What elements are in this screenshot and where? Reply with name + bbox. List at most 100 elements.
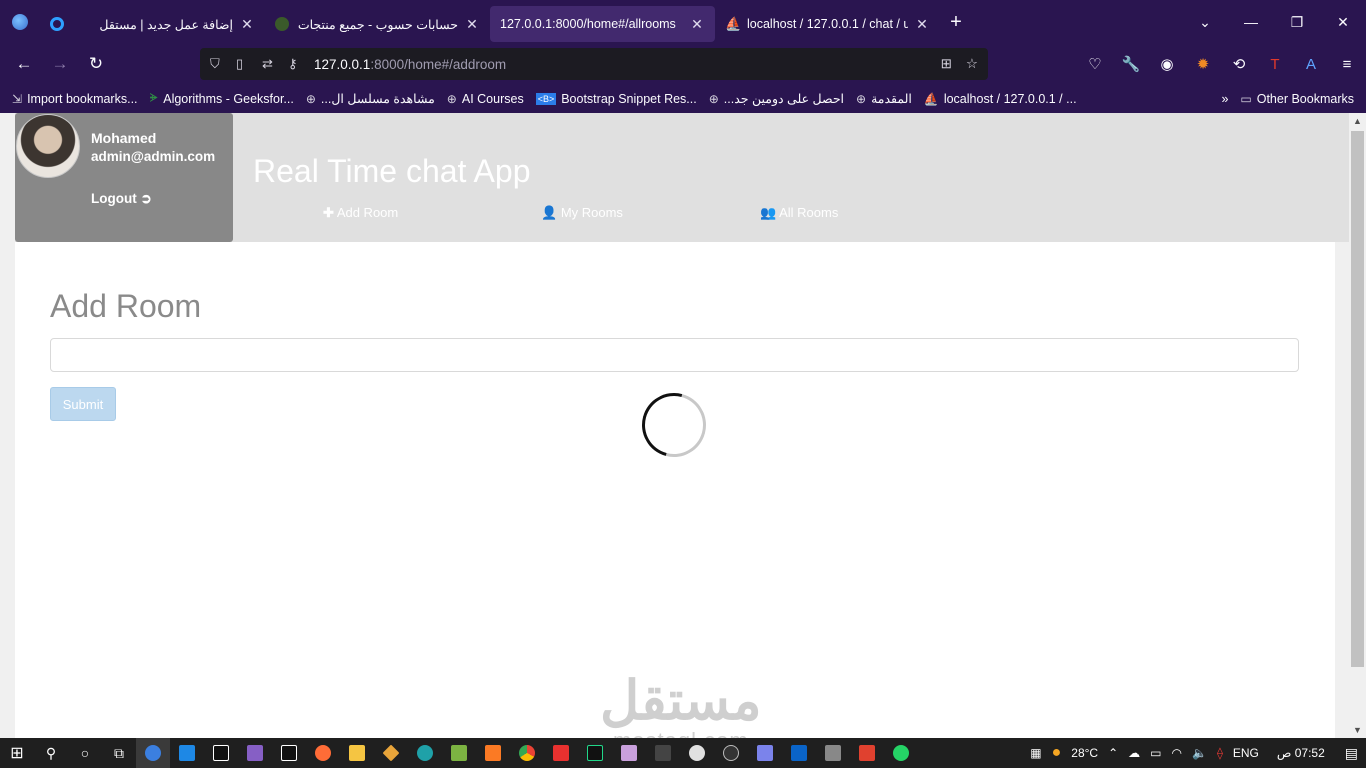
nav-all-rooms[interactable]: 👥 All Rooms xyxy=(760,205,838,221)
close-tab-icon[interactable]: ✕ xyxy=(689,16,705,33)
logout-link[interactable]: Logout ➲ xyxy=(91,191,152,207)
bookmark-bootstrap[interactable]: <B> Bootstrap Snippet Res... xyxy=(535,92,697,106)
avatar xyxy=(16,114,80,178)
tab-title: 127.0.0.1:8000/home#/allrooms xyxy=(500,17,676,31)
pocket-icon[interactable]: ♡ xyxy=(1084,55,1106,73)
bookmark-star-icon[interactable]: ☆ xyxy=(966,56,978,72)
bookmark-series[interactable]: ⊕ مشاهدة مسلسل ال... xyxy=(306,91,435,107)
translate-icon[interactable]: ⊞ xyxy=(941,56,952,72)
tab-title: localhost / 127.0.0.1 / chat / use xyxy=(747,17,908,31)
lambda-icon[interactable] xyxy=(442,738,476,768)
close-tab-icon[interactable]: ✕ xyxy=(914,16,930,33)
nav-add-room[interactable]: ✚ Add Room xyxy=(323,205,398,221)
scroll-thumb[interactable] xyxy=(1351,131,1364,667)
key-icon[interactable]: ⚷ xyxy=(288,56,310,72)
phpstorm-icon[interactable] xyxy=(204,738,238,768)
whatsapp-icon[interactable] xyxy=(884,738,918,768)
app-icon[interactable] xyxy=(646,738,680,768)
webstorm-icon[interactable] xyxy=(272,738,306,768)
paint-icon[interactable] xyxy=(680,738,714,768)
firefox-icon[interactable] xyxy=(0,0,40,44)
weather-temp[interactable]: 28°C xyxy=(1071,746,1098,760)
weather-icon[interactable]: ● xyxy=(1052,744,1062,762)
search-icon[interactable]: ⚲ xyxy=(34,738,68,768)
bookmark-domain[interactable]: ⊕ احصل على دومين جد... xyxy=(709,91,844,107)
calculator-icon[interactable]: ▦ xyxy=(1030,746,1041,760)
box-icon[interactable] xyxy=(612,738,646,768)
volume-icon[interactable]: 🔈 xyxy=(1192,746,1207,760)
list-all-tabs-icon[interactable]: ⌄ xyxy=(1182,14,1228,31)
bookmark-geeksforgeeks[interactable]: ᗙ Algorithms - Geeksfor... xyxy=(150,91,294,106)
page-title: Add Room xyxy=(50,288,202,324)
xampp-icon[interactable] xyxy=(476,738,510,768)
translate-extension-icon[interactable]: A xyxy=(1300,56,1322,73)
team-icon[interactable] xyxy=(748,738,782,768)
back-icon[interactable]: ← xyxy=(6,54,42,74)
vertical-scrollbar[interactable]: ▲ ▼ xyxy=(1349,113,1366,738)
firefox-taskbar-icon[interactable] xyxy=(136,738,170,768)
wrench-icon[interactable]: 🔧 xyxy=(1120,55,1142,73)
chrome-icon[interactable] xyxy=(510,738,544,768)
bookmark-ai-courses[interactable]: ⊕ AI Courses xyxy=(447,92,524,106)
windows-start-icon[interactable]: ⊞ xyxy=(0,738,34,768)
new-tab-button[interactable]: + xyxy=(940,11,972,34)
bookmark-phpmyadmin[interactable]: ⛵ localhost / 127.0.0.1 / ... xyxy=(924,92,1077,106)
nav-my-rooms[interactable]: 👤 My Rooms xyxy=(541,205,623,221)
clock[interactable]: 07:52 ص xyxy=(1277,746,1325,760)
notifications-icon[interactable]: ▤ xyxy=(1345,745,1358,762)
other-bookmarks[interactable]: ▭ Other Bookmarks xyxy=(1240,92,1354,106)
onedrive-icon[interactable]: ☁ xyxy=(1128,746,1140,760)
xmind-icon[interactable] xyxy=(850,738,884,768)
cortana-icon[interactable]: ○ xyxy=(68,738,102,768)
tray-chevron-icon[interactable]: ⌃ xyxy=(1108,746,1118,760)
restore-icon[interactable]: ❐ xyxy=(1274,14,1320,31)
tab-hsoub[interactable]: حسابات حسوب - جميع منتجات ح ✕ xyxy=(265,6,490,42)
close-window-icon[interactable]: ✕ xyxy=(1320,14,1366,31)
scroll-down-icon[interactable]: ▼ xyxy=(1349,725,1366,735)
extension-orange-icon[interactable]: ✹ xyxy=(1192,55,1214,73)
more-bookmarks-chevron-icon[interactable]: » xyxy=(1221,92,1228,106)
permissions-icon[interactable]: ⇄ xyxy=(262,56,284,72)
extension-sync-icon[interactable]: ⟲ xyxy=(1228,55,1250,73)
file-explorer-icon[interactable] xyxy=(340,738,374,768)
windows-taskbar: ⊞ ⚲ ○ ⧉ ▦ ● 28°C ⌃ ☁ ▭ ◠ 🔈 ⟠ ENG 07:52 ص… xyxy=(0,738,1366,768)
menu-icon[interactable]: ≡ xyxy=(1336,56,1358,73)
obs-icon[interactable] xyxy=(714,738,748,768)
postman-icon[interactable] xyxy=(306,738,340,768)
tab-allrooms[interactable]: 127.0.0.1:8000/home#/allrooms ✕ xyxy=(490,6,715,42)
submit-button[interactable]: Submit xyxy=(50,387,116,421)
edge-icon[interactable] xyxy=(408,738,442,768)
tool-icon[interactable] xyxy=(816,738,850,768)
phpmyadmin-favicon-icon: ⛵ xyxy=(725,16,742,31)
bookmark-intro[interactable]: ⊕ المقدمة xyxy=(856,91,912,107)
account-icon[interactable]: ◉ xyxy=(1156,55,1178,73)
language-switch-icon[interactable]: ⟠ xyxy=(1217,746,1223,760)
language-indicator[interactable]: ENG xyxy=(1233,746,1259,760)
mail-icon[interactable] xyxy=(782,738,816,768)
minimize-icon[interactable]: — xyxy=(1228,14,1274,30)
scroll-up-icon[interactable]: ▲ xyxy=(1349,116,1366,126)
reload-icon[interactable]: ↻ xyxy=(78,54,114,74)
git-icon[interactable] xyxy=(374,738,408,768)
room-name-input[interactable] xyxy=(50,338,1299,372)
close-tab-icon[interactable]: ✕ xyxy=(239,16,255,33)
shield-icon[interactable]: ⛉ xyxy=(210,56,232,72)
nav-label: Add Room xyxy=(336,205,399,220)
vscode-icon[interactable] xyxy=(170,738,204,768)
url-bar[interactable]: ⛉ ▯ ⇄ ⚷ 127.0.0.1:8000/home#/addroom ⊞ ☆ xyxy=(200,48,988,80)
anydesk-icon[interactable] xyxy=(544,738,578,768)
wifi-icon[interactable]: ◠ xyxy=(1172,746,1182,760)
battery-icon[interactable]: ▭ xyxy=(1150,746,1161,760)
forward-icon[interactable]: → xyxy=(42,54,78,74)
page-info-icon[interactable]: ▯ xyxy=(236,56,258,72)
visual-studio-icon[interactable] xyxy=(238,738,272,768)
bookmark-import[interactable]: ⇲ Import bookmarks... xyxy=(12,92,138,106)
bookmarks-toolbar: ⇲ Import bookmarks... ᗙ Algorithms - Geeks… xyxy=(0,84,1366,113)
clion-icon[interactable] xyxy=(578,738,612,768)
extension-t-icon[interactable]: T xyxy=(1264,56,1286,73)
tab-mostaql[interactable]: إضافة عمل جديد | مستقل ✕ xyxy=(40,6,265,42)
task-view-icon[interactable]: ⧉ xyxy=(102,738,136,768)
tab-phpmyadmin[interactable]: ⛵ localhost / 127.0.0.1 / chat / use ✕ xyxy=(715,6,940,42)
profile-name: Mohamed xyxy=(91,130,157,146)
close-tab-icon[interactable]: ✕ xyxy=(464,16,480,33)
